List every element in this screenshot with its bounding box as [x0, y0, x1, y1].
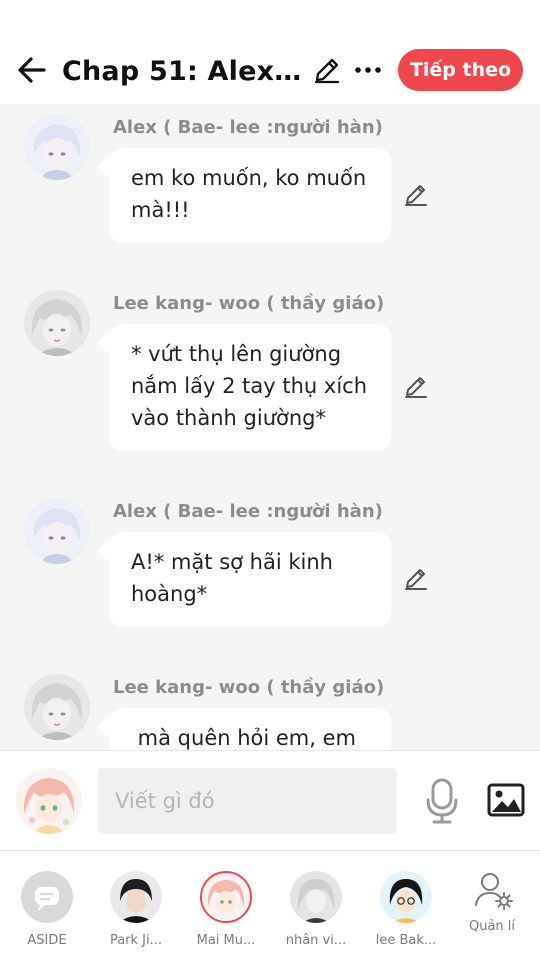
current-character-avatar[interactable]: [16, 768, 82, 834]
tab-character-nhan-vien[interactable]: nhân vi...: [270, 851, 360, 960]
microphone-icon[interactable]: [424, 777, 460, 825]
tab-label: Park Ji...: [109, 933, 163, 948]
avatar: [380, 871, 432, 923]
tab-label: Quản lí: [468, 919, 516, 934]
alex-avatar[interactable]: [24, 498, 90, 564]
chapter-title[interactable]: Chap 51: Alex v...: [62, 56, 308, 87]
tab-label: nhân vi...: [285, 933, 347, 948]
message-list[interactable]: Alex ( Bae- lee :người hàn) em ko muốn, …: [0, 104, 540, 750]
chat-screen: Chap 51: Alex v... Tiếp theo Alex (Bae-…: [0, 0, 540, 960]
sender-name: Alex ( Bae- lee :người hàn): [113, 501, 383, 522]
message-bubble[interactable]: A!* mặt sợ hãi kinh hoàng*: [109, 532, 391, 627]
tab-character-lee-bak[interactable]: lee Bak...: [360, 851, 450, 960]
sender-name: Lee kang- woo ( thầy giáo): [113, 677, 385, 698]
lee-avatar[interactable]: [24, 290, 90, 356]
edit-message-icon[interactable]: [403, 374, 429, 400]
tab-character-park[interactable]: Park Ji...: [90, 851, 180, 960]
character-tab-bar: ASIDE Park Ji... Mai Mu... nhân vi... le…: [0, 850, 540, 960]
sender-name: Lee kang- woo ( thầy giáo): [113, 293, 385, 314]
tab-label: Mai Mu...: [196, 933, 256, 948]
back-icon[interactable]: [14, 52, 50, 88]
image-icon[interactable]: [487, 782, 525, 818]
tab-character-mai[interactable]: Mai Mu...: [180, 851, 270, 960]
header: Chap 51: Alex v... Tiếp theo: [0, 0, 540, 104]
more-icon[interactable]: [352, 55, 384, 85]
tab-manage[interactable]: Quản lí: [446, 851, 536, 960]
message-bubble[interactable]: em ko muốn, ko muốn mà!!!: [109, 148, 391, 243]
message-input[interactable]: [98, 768, 397, 834]
avatar: [200, 871, 252, 923]
alex-avatar[interactable]: [24, 114, 90, 180]
edit-message-icon[interactable]: [403, 182, 429, 208]
message-bubble[interactable]: * vứt thụ lên giường nắm lấy 2 tay thụ x…: [109, 324, 391, 451]
avatar: [290, 871, 342, 923]
edit-title-icon[interactable]: [312, 55, 342, 85]
tab-label: lee Bak...: [375, 933, 437, 948]
message-bubble[interactable]: mà quên hỏi em, em: [109, 708, 391, 750]
tab-aside[interactable]: ASIDE: [1, 851, 91, 960]
avatar: [110, 871, 162, 923]
user-settings-icon: [466, 871, 518, 911]
sender-name: Alex ( Bae- lee :người hàn): [113, 117, 383, 138]
next-chapter-button[interactable]: Tiếp theo: [398, 49, 523, 91]
chat-bubble-icon: [21, 871, 73, 923]
lee-avatar[interactable]: [24, 674, 90, 740]
edit-message-icon[interactable]: [403, 566, 429, 592]
composer-bar: [0, 750, 540, 850]
tab-label: ASIDE: [27, 933, 67, 948]
